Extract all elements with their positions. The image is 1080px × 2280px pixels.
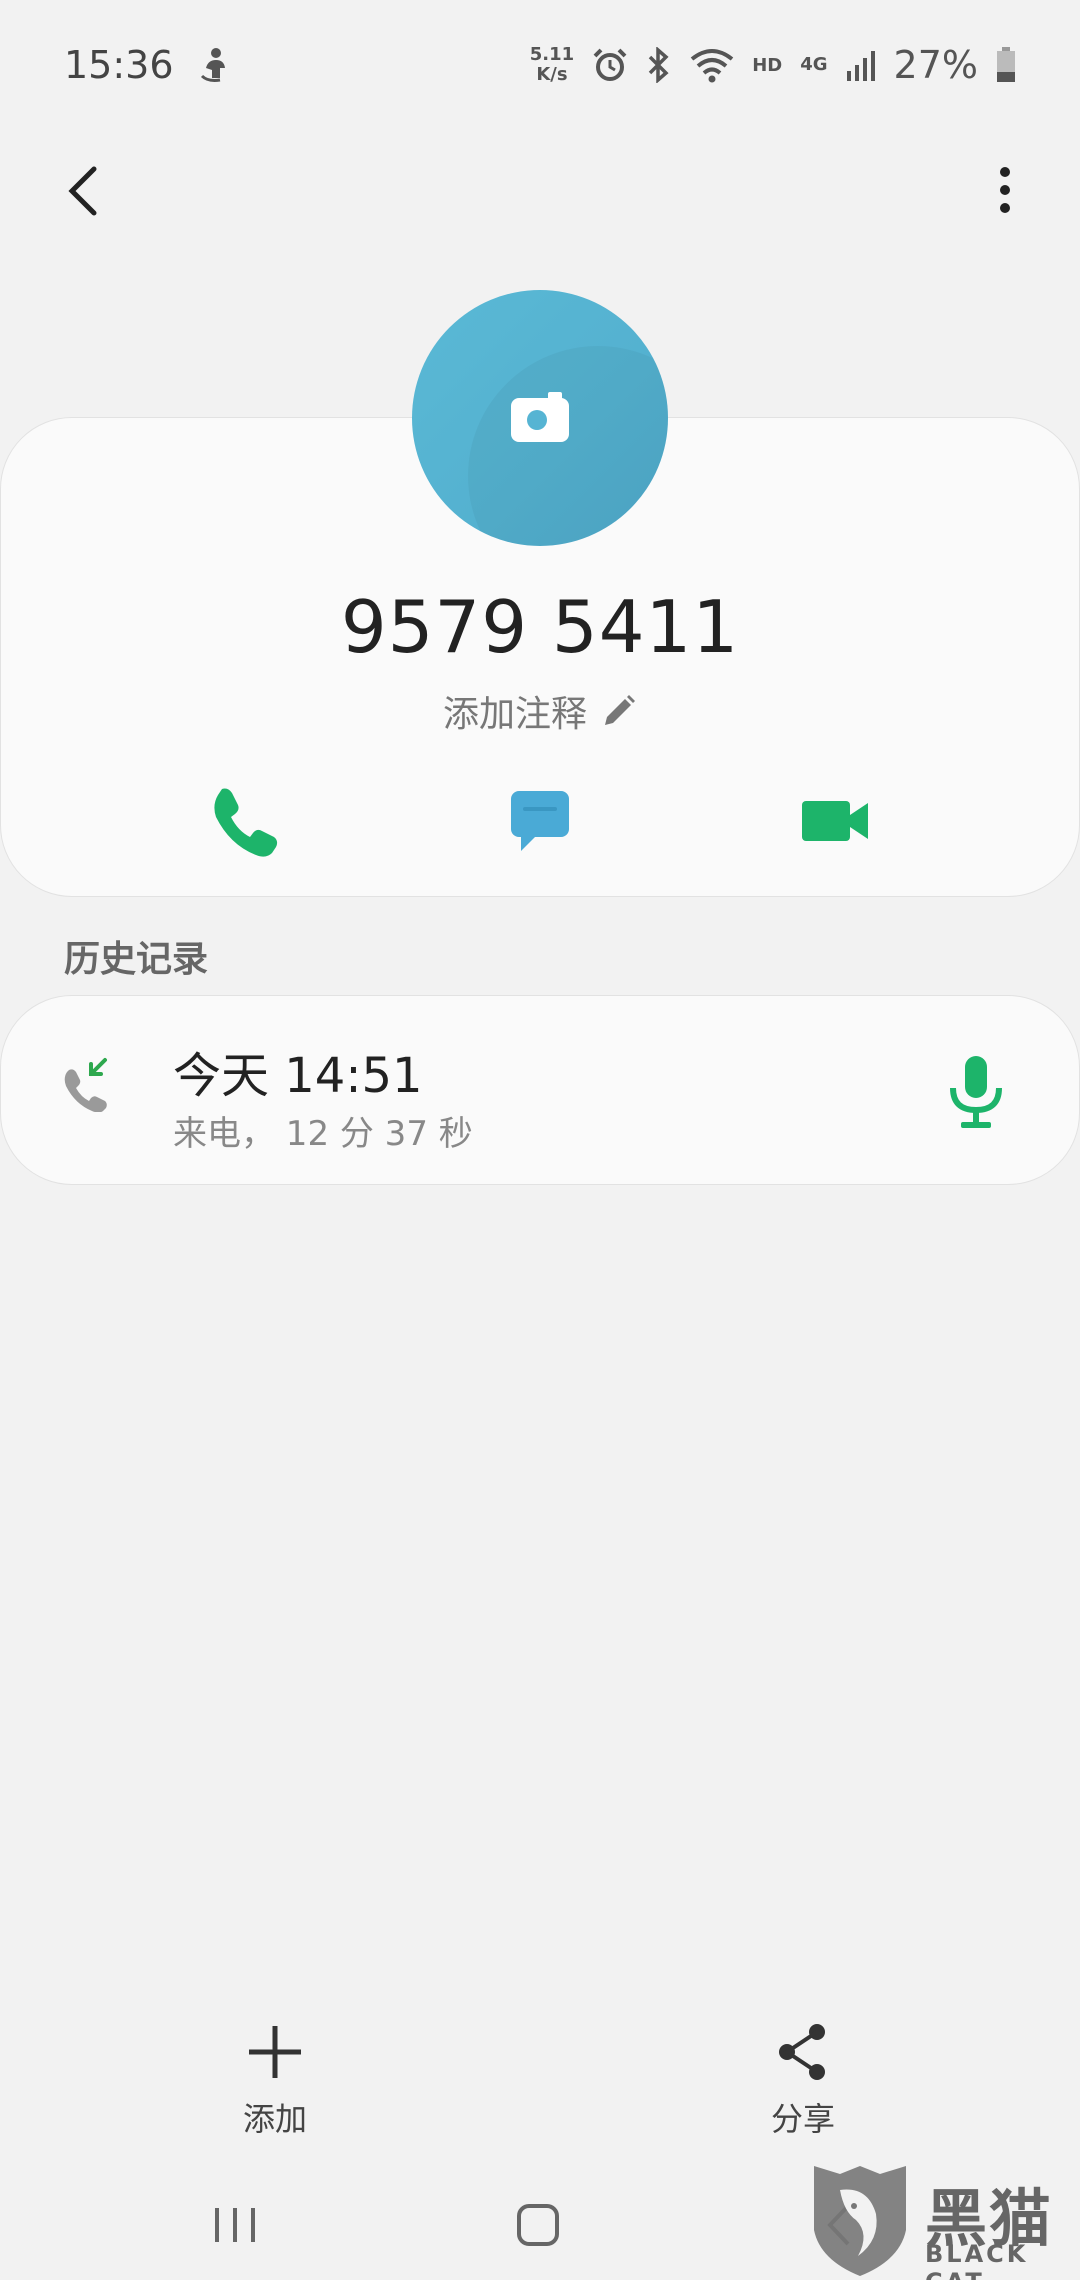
bottom-actions: 添加 分享 [0, 2020, 1080, 2150]
more-options-button[interactable] [970, 155, 1040, 225]
history-entry[interactable]: 今天 14:51 来电， 12 分 37 秒 [0, 995, 1080, 1185]
net-speed-unit: K/s [536, 64, 568, 85]
status-time: 15:36 [64, 43, 174, 87]
call-button[interactable] [200, 775, 290, 865]
net-speed: 5.11 K/s [530, 45, 574, 85]
microphone-icon[interactable] [941, 1052, 1011, 1132]
hd-indicator: HD [752, 54, 783, 76]
incoming-call-icon [64, 1058, 107, 1112]
share-icon [779, 2024, 825, 2080]
notification-icon [200, 48, 225, 82]
message-icon [511, 791, 569, 851]
phone-icon [214, 788, 278, 857]
pencil-icon [605, 695, 635, 725]
camera-icon [511, 392, 569, 442]
top-app-bar [0, 135, 1080, 235]
network-type: 4G [800, 54, 828, 75]
home-icon [517, 2204, 559, 2246]
history-entry-time: 今天 14:51 [173, 1048, 423, 1104]
video-camera-icon [802, 801, 868, 841]
contact-avatar[interactable] [412, 290, 668, 546]
share-label: 分享 [770, 2100, 835, 2138]
status-bar: 15:36 5.11 K/s HD 4G 27% [0, 0, 1080, 130]
recents-icon [215, 2208, 255, 2242]
black-cat-logo-icon [814, 2166, 906, 2276]
more-vertical-icon [1000, 167, 1010, 213]
history-section-title: 历史记录 [64, 939, 209, 980]
watermark: 黑猫 BLACK CAT [810, 2160, 1080, 2280]
watermark-subtext: BLACK CAT [925, 2240, 1029, 2280]
status-left: 15:36 [64, 43, 232, 87]
history-entry-detail: 来电， 12 分 37 秒 [173, 1114, 473, 1154]
chevron-left-icon [68, 166, 97, 216]
add-label: 添加 [242, 2100, 307, 2138]
status-right: 5.11 K/s HD 4G 27% [530, 43, 1016, 87]
add-button[interactable]: 添加 [175, 2020, 375, 2140]
home-button[interactable] [498, 2190, 578, 2260]
back-button[interactable] [50, 155, 120, 225]
bluetooth-icon [648, 47, 669, 83]
signal-icon [846, 51, 875, 81]
battery-percent: 27% [893, 43, 978, 87]
wifi-icon [690, 49, 734, 83]
alarm-icon [593, 48, 627, 81]
recents-button[interactable] [195, 2190, 275, 2260]
add-note-label: 添加注释 [442, 694, 587, 735]
net-speed-value: 5.11 [529, 44, 575, 65]
contact-actions [0, 775, 1080, 875]
plus-icon [249, 2026, 301, 2078]
video-call-button[interactable] [790, 775, 880, 865]
message-button[interactable] [495, 775, 585, 865]
contact-phone-number: 9579 5411 [340, 585, 740, 669]
add-note-button[interactable]: 添加注释 [0, 685, 1080, 737]
share-button[interactable]: 分享 [703, 2020, 903, 2140]
battery-icon [997, 47, 1015, 82]
